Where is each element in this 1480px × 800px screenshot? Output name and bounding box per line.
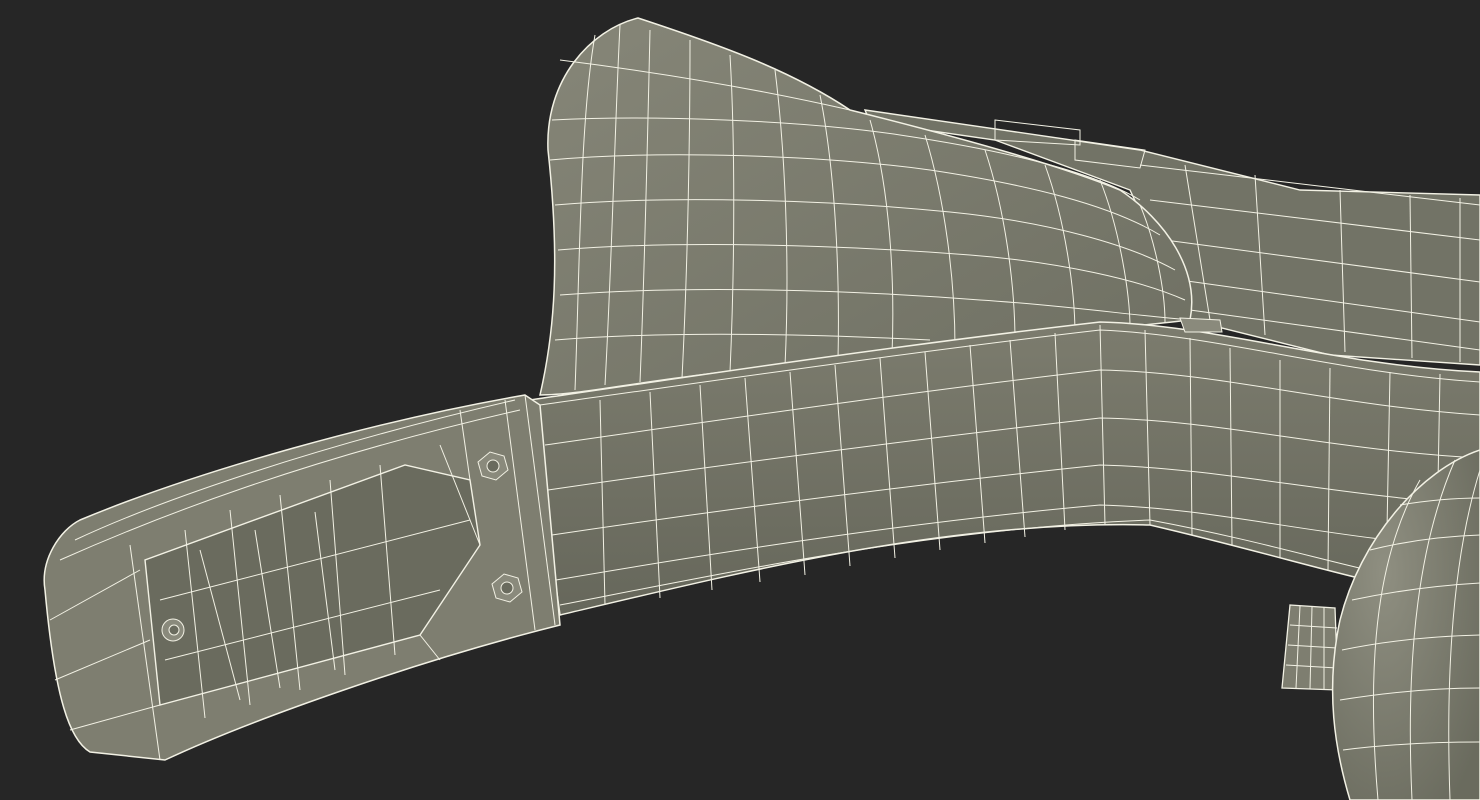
- bulb-cap: [1281, 604, 1339, 691]
- strap-buckle: [43, 394, 561, 761]
- viewport-3d[interactable]: [0, 0, 1480, 800]
- side-clip: [1179, 317, 1223, 333]
- buckle-screw: [161, 618, 185, 642]
- wireframe-model: [43, 17, 1480, 800]
